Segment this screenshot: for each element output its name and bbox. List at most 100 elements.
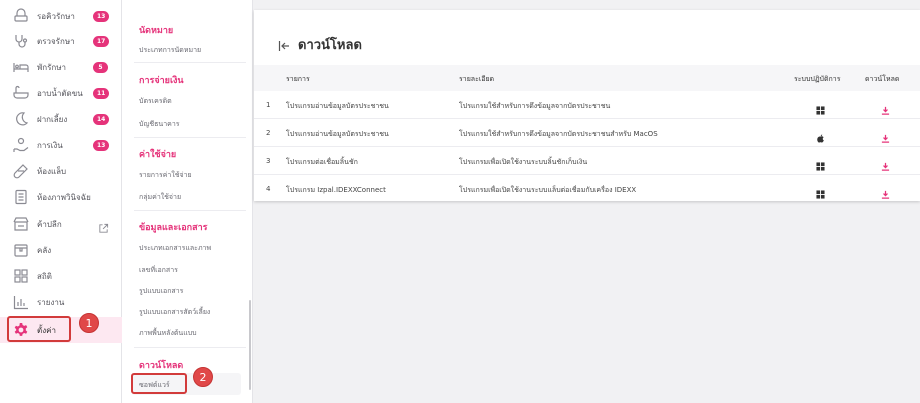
count-badge: 11 (93, 87, 110, 99)
sidebar-item-label: อาบน้ำตัดขน (37, 88, 83, 98)
queue-icon (13, 8, 29, 24)
menu-section-download: ดาวน์โหลด (139, 361, 184, 371)
windows-icon (816, 100, 825, 115)
menu-item[interactable]: ประเภทเอกสารและภาพ (139, 243, 211, 254)
row-number: 3 (266, 157, 271, 165)
sidebar-item-admit[interactable]: พักรักษา 5 (0, 54, 122, 80)
apple-icon (816, 128, 825, 143)
menu-item[interactable]: รูปแบบเอกสาร (139, 286, 183, 297)
row-name: โปรแกรมอ่านข้อมูลบัตรประชาชน (286, 102, 389, 110)
step-marker-2: 2 (193, 367, 213, 387)
highlight-box-settings (7, 316, 71, 342)
sidebar-item-grooming[interactable]: อาบน้ำตัดขน 11 (0, 80, 122, 106)
table-row: 3 โปรแกรมต่อเชื่อมลิ้นชัก โปรแกรมเพื่อเป… (254, 147, 920, 175)
column-header-detail: รายละเอียด (459, 75, 495, 83)
store-icon (13, 216, 29, 232)
sidebar-item-label: ห้องภาพวินิจฉัย (37, 192, 91, 202)
sidebar-item-label: ฝากเลี้ยง (37, 114, 68, 124)
count-badge: 5 (93, 61, 108, 73)
menu-section-payment: การจ่ายเงิน (139, 76, 184, 86)
count-badge: 14 (93, 113, 110, 125)
sidebar-item-label: คลัง (37, 245, 52, 255)
table-row: 2 โปรแกรมอ่านข้อมูลบัตรประชาชน โปรแกรมใช… (254, 119, 920, 147)
sidebar-item-imaging[interactable]: ห้องภาพวินิจฉัย (0, 184, 122, 210)
menu-item[interactable]: กลุ่มค่าใช้จ่าย (139, 192, 181, 203)
row-number: 2 (266, 129, 271, 137)
sidebar-item-label: ค้าปลีก (37, 219, 62, 229)
column-header-download: ดาวน์โหลด (865, 75, 900, 83)
main-content: ดาวน์โหลด รายการ รายละเอียด ระบบปฏิบัติก… (254, 0, 920, 403)
download-icon[interactable] (881, 184, 890, 199)
sidebar-item-statistics[interactable]: สถิติ (0, 263, 122, 289)
sidebar: รอคิวรักษา 13 ตรวจรักษา 17 พักรักษา 5 อา… (0, 0, 122, 403)
sidebar-item-label: สถิติ (37, 271, 52, 281)
table-row: 1 โปรแกรมอ่านข้อมูลบัตรประชาชน โปรแกรมใช… (254, 91, 920, 119)
table-header: รายการ รายละเอียด ระบบปฏิบัติการ ดาวน์โห… (254, 65, 920, 91)
menu-item[interactable]: เลขที่เอกสาร (139, 265, 178, 276)
bar-chart-icon (13, 294, 29, 310)
row-detail: โปรแกรมเพื่อเปิดใช้งานระบบแล็บต่อเชื่อมก… (459, 186, 637, 194)
row-number: 1 (266, 101, 271, 109)
count-badge: 13 (93, 139, 110, 151)
count-badge: 17 (93, 35, 110, 47)
menu-item[interactable]: บัญชีธนาคาร (139, 119, 180, 130)
column-header-os: ระบบปฏิบัติการ (794, 75, 841, 83)
column-header-item: รายการ (286, 75, 310, 83)
sidebar-item-boarding[interactable]: ฝากเลี้ยง 14 (0, 106, 122, 132)
row-name: โปรแกรมอ่านข้อมูลบัตรประชาชน (286, 130, 389, 138)
app: รอคิวรักษา 13 ตรวจรักษา 17 พักรักษา 5 อา… (0, 0, 920, 403)
page-title: ดาวน์โหลด (298, 38, 362, 53)
moon-icon (13, 111, 29, 127)
download-card: ดาวน์โหลด รายการ รายละเอียด ระบบปฏิบัติก… (254, 10, 920, 201)
sidebar-item-label: การเงิน (37, 140, 63, 150)
download-icon[interactable] (881, 128, 890, 143)
windows-icon (816, 156, 825, 171)
menu-item[interactable]: รายการค่าใช้จ่าย (139, 170, 192, 181)
sidebar-item-label: พักรักษา (37, 62, 67, 72)
download-icon[interactable] (881, 100, 890, 115)
menu-item[interactable]: รูปแบบเอกสารสัตว์เลี้ยง (139, 307, 210, 318)
divider (134, 137, 246, 138)
row-name: โปรแกรมต่อเชื่อมลิ้นชัก (286, 158, 358, 166)
count-badge: 13 (93, 10, 110, 22)
test-tube-icon (13, 163, 29, 179)
payment-hand-icon (13, 137, 29, 153)
collapse-left-icon[interactable] (278, 37, 290, 51)
table-row: 4 โปรแกรม Izpal.IDEXXConnect โปรแกรมเพื่… (254, 175, 920, 203)
row-number: 4 (266, 185, 271, 193)
sidebar-item-label: รอคิวรักษา (37, 11, 75, 21)
row-detail: โปรแกรมใช้สำหรับการดึงข้อมูลจากบัตรประชา… (459, 102, 611, 110)
grid-icon (13, 268, 29, 284)
menu-section-appointment: นัดหมาย (139, 26, 174, 36)
windows-icon (816, 184, 825, 199)
highlight-box-software (131, 373, 187, 394)
stethoscope-icon (13, 33, 29, 49)
divider (134, 347, 246, 348)
menu-scrollbar[interactable] (249, 300, 251, 390)
menu-item[interactable]: ประเภทการนัดหมาย (139, 45, 201, 56)
sidebar-item-label: ตรวจรักษา (37, 36, 75, 46)
menu-item[interactable]: ภาพพื้นหลังต้นแบบ (139, 328, 197, 339)
row-name: โปรแกรม Izpal.IDEXXConnect (286, 186, 386, 194)
sidebar-item-inventory[interactable]: คลัง (0, 237, 122, 263)
menu-section-expense: ค่าใช้จ่าย (139, 150, 177, 160)
sidebar-item-treatment[interactable]: ตรวจรักษา 17 (0, 28, 122, 54)
external-link-icon[interactable] (98, 219, 109, 233)
divider (134, 210, 246, 211)
bed-icon (13, 59, 29, 75)
step-marker-1: 1 (79, 313, 99, 333)
box-icon (13, 242, 29, 258)
menu-section-documents: ข้อมูลและเอกสาร (139, 223, 208, 233)
sidebar-item-label: รายงาน (37, 297, 65, 307)
sidebar-item-label: ห้องแล็บ (37, 166, 67, 176)
download-icon[interactable] (881, 156, 890, 171)
menu-item[interactable]: บัตรเครดิต (139, 96, 172, 107)
sidebar-item-finance[interactable]: การเงิน 13 (0, 132, 122, 158)
sidebar-item-lab[interactable]: ห้องแล็บ (0, 158, 122, 184)
xray-icon (13, 189, 29, 205)
sidebar-item-retail[interactable]: ค้าปลีก (0, 211, 122, 237)
settings-menu: นัดหมาย ประเภทการนัดหมาย การจ่ายเงิน บัต… (122, 0, 253, 403)
row-detail: โปรแกรมใช้สำหรับการดึงข้อมูลจากบัตรประชา… (459, 130, 658, 138)
sidebar-item-reports[interactable]: รายงาน (0, 289, 122, 315)
sidebar-item-queue[interactable]: รอคิวรักษา 13 (0, 3, 122, 29)
